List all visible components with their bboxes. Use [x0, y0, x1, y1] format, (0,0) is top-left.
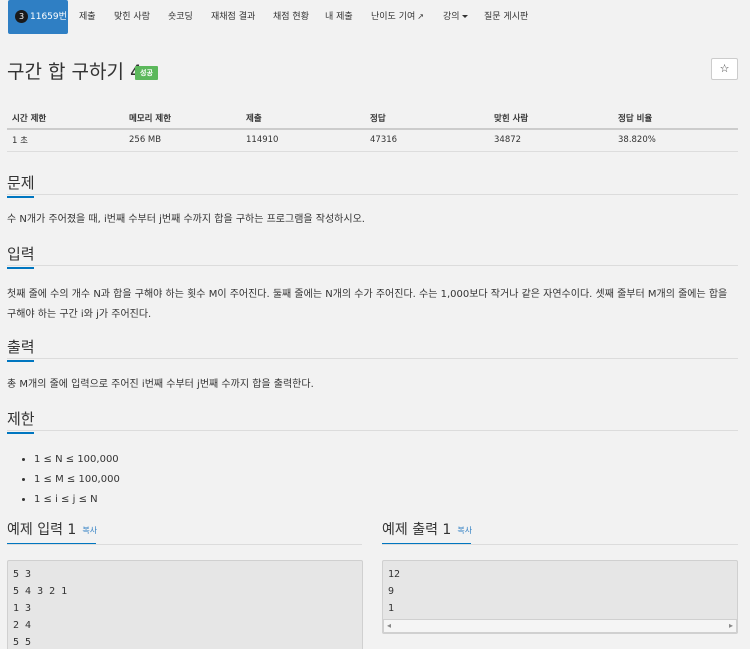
tab-my-submissions-label: 내 제출 [325, 12, 353, 22]
tab-problem-label: 11659번 [30, 12, 67, 22]
problem-tier-badge: 3 [15, 10, 28, 23]
tab-difficulty-contribution[interactable]: 난이도 기여 ↗ [371, 0, 424, 34]
external-link-icon: ↗ [417, 12, 424, 21]
tab-question-board-label: 질문 게시판 [484, 12, 529, 22]
tab-short-coding-label: 숏코딩 [168, 12, 193, 22]
tab-short-coding[interactable]: 숏코딩 [168, 0, 193, 34]
header-memory-limit: 메모리 제한 [124, 107, 241, 130]
section-divider [7, 194, 738, 195]
example-output-heading: 예제 출력 1 복사 [382, 519, 472, 545]
chevron-down-icon [461, 15, 468, 18]
problem-description: 수 N개가 주어졌을 때, i번째 수부터 j번째 수까지 합을 구하는 프로그… [7, 214, 365, 225]
input-description: 첫째 줄에 수의 개수 N과 합을 구해야 하는 횟수 M이 주어진다. 둘째 … [7, 289, 728, 320]
limit-item: 1 ≤ N ≤ 100,000 [34, 450, 120, 470]
tab-lectures-label: 강의 [443, 12, 460, 22]
header-submissions: 제출 [241, 107, 365, 130]
tab-question-board[interactable]: 질문 게시판 [484, 0, 528, 34]
output-section-title: 출력 [7, 338, 35, 356]
tab-my-submissions[interactable]: 내 제출 [325, 0, 353, 34]
section-underline [7, 360, 34, 362]
info-table-value-row: 1 초 256 MB 114910 47316 34872 38.820% [7, 129, 738, 152]
tab-rejudge-results-label: 재채점 결과 [211, 12, 256, 22]
horizontal-scrollbar[interactable]: ◂ ▸ [383, 619, 737, 633]
tab-problem[interactable]: 3 11659번 [8, 0, 68, 34]
header-solved-users: 맞힌 사람 [489, 107, 613, 130]
tab-lectures[interactable]: 강의 [443, 0, 468, 34]
section-divider [7, 544, 362, 545]
tab-rejudge-results[interactable]: 재채점 결과 [211, 0, 255, 34]
value-submissions: 114910 [241, 129, 365, 152]
section-divider [7, 265, 738, 266]
limit-section-heading: 제한 [7, 408, 35, 434]
section-divider [382, 544, 738, 545]
example-input-title: 예제 입력 1 [7, 522, 77, 538]
problem-info-table: 시간 제한 메모리 제한 제출 정답 맞힌 사람 정답 비율 1 초 256 M… [7, 107, 738, 152]
limit-item: 1 ≤ i ≤ j ≤ N [34, 490, 120, 510]
copy-input-link[interactable]: 복사 [82, 526, 97, 535]
limit-list: 1 ≤ N ≤ 100,000 1 ≤ M ≤ 100,000 1 ≤ i ≤ … [22, 450, 120, 510]
output-description: 총 M개의 줄에 입력으로 주어진 i번째 수부터 j번째 수까지 합을 출력한… [7, 379, 314, 390]
tab-solved-users-label: 맞힌 사람 [114, 12, 150, 22]
header-time-limit: 시간 제한 [7, 107, 124, 130]
problem-tab-bar: 3 11659번 제출 맞힌 사람 숏코딩 재채점 결과 채점 현황 내 제출 난… [0, 0, 750, 38]
input-section-heading: 입력 [7, 243, 35, 269]
value-accepted: 47316 [365, 129, 489, 152]
tab-difficulty-contribution-label: 난이도 기여 [371, 12, 416, 22]
problem-section-title: 문제 [7, 174, 35, 192]
copy-output-link[interactable]: 복사 [457, 526, 472, 535]
value-accept-ratio: 38.820% [613, 129, 738, 152]
problem-section-heading: 문제 [7, 172, 35, 198]
example-input-box[interactable]: 5 3 5 4 3 2 1 1 3 2 4 5 5 [7, 560, 363, 649]
tab-judge-status-label: 채점 현황 [273, 12, 309, 22]
example-input-heading: 예제 입력 1 복사 [7, 519, 97, 545]
tab-submit[interactable]: 제출 [79, 0, 96, 34]
header-accepted: 정답 [365, 107, 489, 130]
info-table-header-row: 시간 제한 메모리 제한 제출 정답 맞힌 사람 정답 비율 [7, 107, 738, 130]
limit-section-title: 제한 [7, 410, 35, 428]
scroll-right-icon[interactable]: ▸ [729, 621, 733, 630]
favorite-star-button[interactable]: ☆ [711, 58, 738, 80]
example-output-title: 예제 출력 1 [382, 522, 452, 538]
tab-submit-label: 제출 [79, 12, 96, 22]
section-underline [7, 196, 34, 198]
output-section-heading: 출력 [7, 336, 35, 362]
value-time-limit: 1 초 [7, 129, 124, 152]
page-title: 구간 합 구하기 4 [7, 61, 143, 83]
input-section-title: 입력 [7, 245, 35, 263]
section-divider [7, 358, 738, 359]
section-divider [7, 430, 738, 431]
value-solved-users: 34872 [489, 129, 613, 152]
scroll-left-icon[interactable]: ◂ [387, 621, 391, 630]
section-underline [7, 432, 34, 434]
section-underline [7, 267, 34, 269]
tab-judge-status[interactable]: 채점 현황 [273, 0, 309, 34]
header-accept-ratio: 정답 비율 [613, 107, 738, 130]
status-badge: 성공 [135, 66, 158, 80]
tab-solved-users[interactable]: 맞힌 사람 [114, 0, 150, 34]
limit-item: 1 ≤ M ≤ 100,000 [34, 470, 120, 490]
value-memory-limit: 256 MB [124, 129, 241, 152]
